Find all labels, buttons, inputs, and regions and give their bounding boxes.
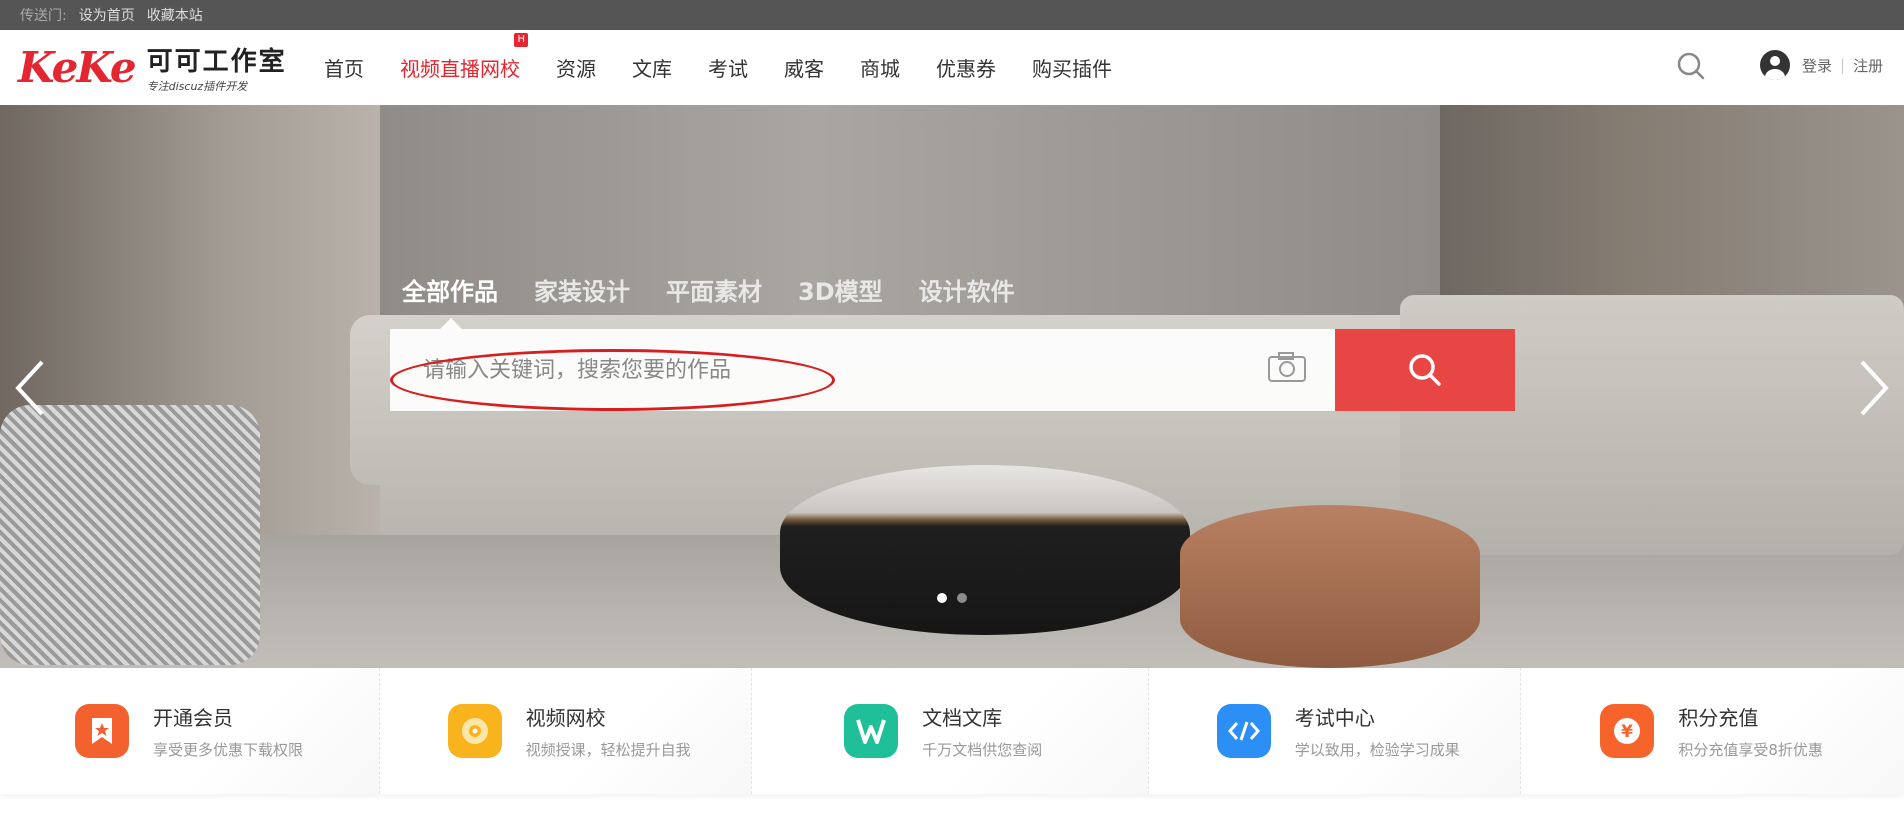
nav-mall[interactable]: 商城 [860,53,900,82]
nav-exam[interactable]: 考试 [708,53,748,82]
service-doc-library[interactable]: 文档文库 千万文档供您查阅 [752,668,1149,794]
camera-icon[interactable] [1267,351,1307,383]
carousel-dots [937,593,967,603]
nav-library[interactable]: 文库 [632,53,672,82]
carousel-prev-arrow-icon[interactable] [12,358,48,418]
login-link[interactable]: 登录 [1802,55,1832,76]
hero-banner: 全部作品 家装设计 平面素材 3D模型 设计软件 [0,105,1904,668]
site-logo[interactable]: KeKe 可可工作室 专注discuz插件开发 [18,41,287,94]
bookmark-site-link[interactable]: 收藏本站 [147,5,203,25]
logo-subtitle: 专注discuz插件开发 [146,80,248,93]
carousel-next-arrow-icon[interactable] [1856,358,1892,418]
hot-badge: H [514,33,528,47]
doc-w-icon [844,704,899,758]
service-points-recharge[interactable]: ¥ 积分充值 积分充值享受8折优惠 [1521,668,1904,794]
tab-design-software[interactable]: 设计软件 [919,272,1015,307]
search-category-tabs: 全部作品 家装设计 平面素材 3D模型 设计软件 [402,272,1015,307]
service-exam-center[interactable]: 考试中心 学以致用，检验学习成果 [1148,668,1522,794]
logo-mark: KeKe [18,43,137,92]
user-area: 登录 | 注册 [1760,50,1883,80]
tab-3d-models[interactable]: 3D模型 [798,272,883,307]
search-button[interactable] [1335,329,1515,411]
search-icon[interactable] [1676,51,1706,81]
tab-graphic-assets[interactable]: 平面素材 [666,272,762,307]
services-row: 开通会员 享受更多优惠下载权限 视频网校 视频授课，轻松提升自我 文档文库 千万… [0,668,1904,794]
active-tab-caret [440,318,462,329]
set-homepage-link[interactable]: 设为首页 [79,5,135,25]
portal-label: 传送门: [20,8,67,24]
main-nav: 首页 视频直播网校 H 资源 文库 考试 威客 商城 优惠券 购买插件 [306,30,1130,105]
nav-witkey[interactable]: 威客 [784,53,824,82]
search-icon [1409,354,1441,386]
avatar-icon[interactable] [1760,50,1790,80]
tab-all-works[interactable]: 全部作品 [402,272,498,307]
logo-title: 可可工作室 [146,47,287,77]
search-box [390,329,1335,411]
site-header: KeKe 可可工作室 专注discuz插件开发 首页 视频直播网校 H 资源 文… [0,30,1904,105]
register-link[interactable]: 注册 [1853,55,1883,76]
carousel-dot[interactable] [937,593,947,603]
svg-text:¥: ¥ [1621,722,1633,742]
video-disc-icon [447,704,502,758]
nav-home[interactable]: 首页 [324,53,364,82]
separator: | [1840,56,1846,74]
nav-video-school[interactable]: 视频直播网校 H [400,33,528,82]
nav-buy-plugins[interactable]: 购买插件 [1032,53,1112,82]
top-bar: 传送门: 设为首页 收藏本站 [0,0,1904,30]
code-icon [1216,704,1271,758]
carousel-dot[interactable] [957,593,967,603]
yen-coin-icon: ¥ [1600,704,1655,758]
tab-home-design[interactable]: 家装设计 [534,272,630,307]
service-vip[interactable]: 开通会员 享受更多优惠下载权限 [0,668,380,794]
service-video-school[interactable]: 视频网校 视频授课，轻松提升自我 [379,668,753,794]
coffee-table-image [780,465,1190,635]
nav-coupons[interactable]: 优惠券 [936,53,996,82]
nav-resources[interactable]: 资源 [556,53,596,82]
search-input[interactable] [390,329,1170,411]
vip-bookmark-icon [75,704,129,758]
